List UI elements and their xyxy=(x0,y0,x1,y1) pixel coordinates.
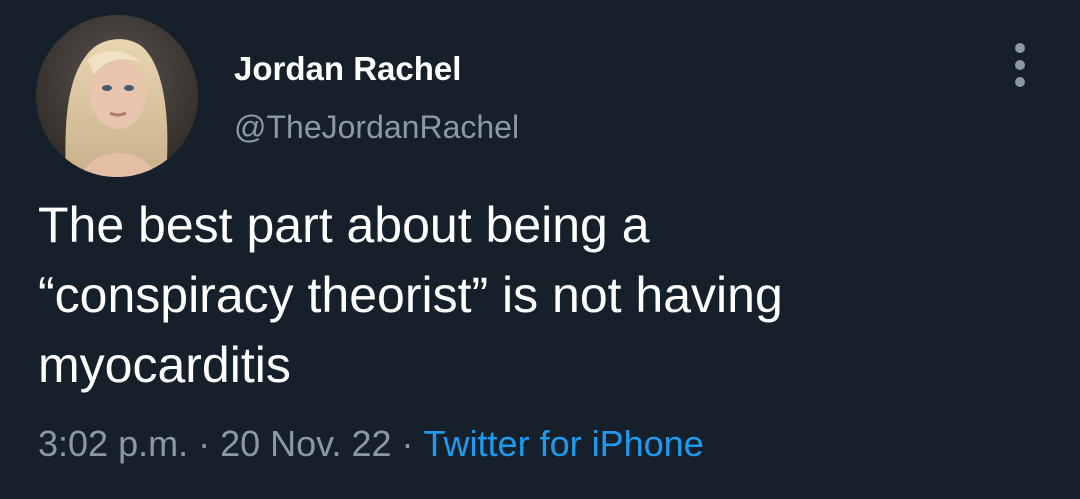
separator: · xyxy=(401,423,414,464)
separator: · xyxy=(198,423,211,464)
avatar[interactable] xyxy=(36,15,198,177)
more-options-button[interactable] xyxy=(1000,40,1040,90)
display-name[interactable]: Jordan Rachel xyxy=(234,50,461,88)
tweet-source-link[interactable]: Twitter for iPhone xyxy=(424,423,704,464)
tweet-date[interactable]: 20 Nov. 22 xyxy=(220,423,391,464)
more-vertical-icon xyxy=(1015,43,1025,87)
profile-photo-icon xyxy=(36,15,198,177)
user-handle[interactable]: @TheJordanRachel xyxy=(234,109,519,146)
tweet-card: Jordan Rachel @TheJordanRachel The best … xyxy=(0,0,1080,499)
tweet-metadata: 3:02 p.m. · 20 Nov. 22 · Twitter for iPhone xyxy=(38,423,704,465)
tweet-time[interactable]: 3:02 p.m. xyxy=(38,423,188,464)
tweet-text: The best part about being a “conspiracy … xyxy=(38,197,783,393)
